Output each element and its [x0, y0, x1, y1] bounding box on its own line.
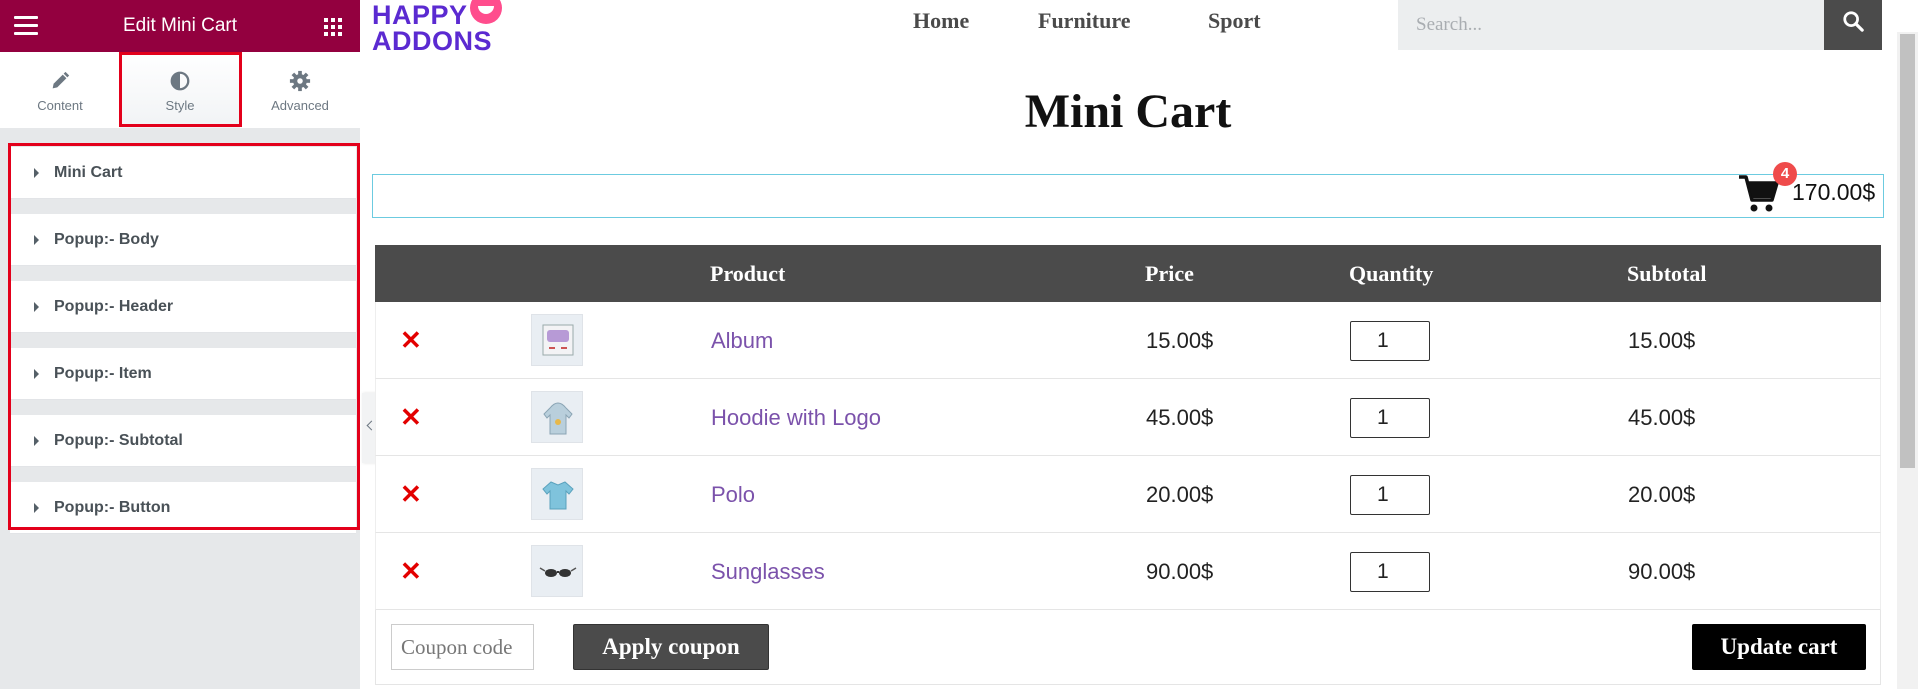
- section-label: Popup:- Button: [54, 499, 171, 516]
- cart-total: 170.00$: [1792, 179, 1876, 205]
- cart-actions: Apply coupon Update cart: [375, 610, 1881, 685]
- widgets-grid-icon[interactable]: [324, 18, 342, 36]
- half-circle-icon: [170, 71, 190, 91]
- editor-panel: Edit Mini Cart Content Style Advanced Mi…: [0, 0, 360, 689]
- caret-right-icon: [34, 369, 39, 379]
- tab-label: Advanced: [271, 98, 329, 113]
- section-label: Popup:- Header: [54, 298, 174, 315]
- tab-content[interactable]: Content: [0, 52, 120, 128]
- product-thumbnail[interactable]: [531, 314, 583, 366]
- nav-link-home[interactable]: Home: [913, 8, 969, 34]
- product-thumbnail[interactable]: [531, 468, 583, 520]
- remove-item-button[interactable]: ✕: [400, 481, 422, 507]
- table-row: ✕ Polo 20.00$ 20.00$: [375, 456, 1881, 533]
- section-popup-body[interactable]: Popup:- Body: [10, 214, 356, 266]
- header-price: Price: [1145, 261, 1194, 286]
- section-popup-item[interactable]: Popup:- Item: [10, 348, 356, 400]
- panel-tabs: Content Style Advanced: [0, 52, 360, 128]
- search-input[interactable]: [1398, 0, 1824, 50]
- product-subtotal: 90.00$: [1628, 559, 1696, 584]
- nav-link-furniture[interactable]: Furniture: [1038, 8, 1130, 34]
- caret-right-icon: [34, 503, 39, 513]
- product-subtotal: 45.00$: [1628, 405, 1696, 430]
- product-price: 90.00$: [1146, 559, 1214, 584]
- table-row: ✕ Album 15.00$ 15.00$: [375, 302, 1881, 379]
- header-quantity: Quantity: [1349, 261, 1434, 286]
- scrollbar-thumb[interactable]: [1900, 34, 1915, 468]
- caret-right-icon: [34, 302, 39, 312]
- page-title: Mini Cart: [1024, 85, 1232, 138]
- section-label: Popup:- Item: [54, 365, 152, 382]
- section-popup-header[interactable]: Popup:- Header: [10, 281, 356, 333]
- panel-title: Edit Mini Cart: [122, 15, 238, 36]
- gear-icon: [289, 70, 311, 92]
- product-price: 15.00$: [1146, 328, 1214, 353]
- remove-item-button[interactable]: ✕: [400, 327, 422, 353]
- table-row: ✕ Hoodie with Logo 45.00$ 45.00$: [375, 379, 1881, 456]
- section-label: Mini Cart: [54, 164, 123, 181]
- album-image: [542, 324, 574, 356]
- product-price: 20.00$: [1146, 482, 1214, 507]
- table-header: Product Price Quantity Subtotal: [375, 245, 1881, 302]
- coupon-code-input[interactable]: [391, 624, 534, 670]
- mini-cart-widget: [372, 174, 1884, 218]
- section-label: Popup:- Subtotal: [54, 432, 183, 449]
- product-link[interactable]: Album: [711, 328, 773, 354]
- remove-item-button[interactable]: ✕: [400, 404, 422, 430]
- logo-line2: ADDONS: [372, 26, 493, 56]
- table-row: ✕ Sunglasses 90.00$ 90.00$: [375, 533, 1881, 610]
- quantity-input[interactable]: [1350, 321, 1430, 361]
- product-thumbnail[interactable]: [531, 545, 583, 597]
- search-icon: [1843, 11, 1864, 32]
- section-mini-cart[interactable]: Mini Cart: [10, 147, 356, 199]
- quantity-input[interactable]: [1350, 552, 1430, 592]
- remove-item-button[interactable]: ✕: [400, 558, 422, 584]
- search-button[interactable]: [1824, 0, 1882, 50]
- quantity-input[interactable]: [1350, 475, 1430, 515]
- caret-right-icon: [34, 235, 39, 245]
- tab-style[interactable]: Style: [120, 52, 240, 128]
- quantity-input[interactable]: [1350, 398, 1430, 438]
- sunglasses-image: [539, 567, 577, 577]
- product-link[interactable]: Hoodie with Logo: [711, 405, 881, 431]
- product-thumbnail[interactable]: [531, 391, 583, 443]
- caret-right-icon: [34, 168, 39, 178]
- tab-label: Style: [165, 98, 195, 113]
- product-subtotal: 20.00$: [1628, 482, 1696, 507]
- nav-link-sport[interactable]: Sport: [1208, 8, 1261, 34]
- apply-coupon-button[interactable]: Apply coupon: [573, 624, 769, 670]
- section-popup-subtotal[interactable]: Popup:- Subtotal: [10, 415, 356, 467]
- caret-right-icon: [34, 436, 39, 446]
- tab-advanced[interactable]: Advanced: [240, 52, 360, 128]
- style-sections: Mini Cart Popup:- Body Popup:- Header Po…: [10, 147, 356, 549]
- product-link[interactable]: Polo: [711, 482, 755, 508]
- hoodie-image: [543, 402, 573, 435]
- pencil-icon: [52, 71, 70, 89]
- cart-table: Product Price Quantity Subtotal ✕ Album …: [375, 245, 1881, 685]
- section-label: Popup:- Body: [54, 231, 159, 248]
- search-box: [1398, 0, 1824, 50]
- tab-label: Content: [37, 98, 83, 113]
- product-price: 45.00$: [1146, 405, 1214, 430]
- section-popup-button[interactable]: Popup:- Button: [10, 482, 356, 534]
- panel-header: Edit Mini Cart: [0, 0, 360, 52]
- header-product: Product: [710, 261, 786, 286]
- smiley-face-icon: [470, 0, 502, 24]
- page-scrollbar[interactable]: [1897, 32, 1918, 689]
- header-subtotal: Subtotal: [1627, 261, 1707, 286]
- product-link[interactable]: Sunglasses: [711, 559, 825, 585]
- happy-addons-logo[interactable]: HAPPY ADDONS: [372, 0, 522, 56]
- polo-image: [542, 481, 574, 510]
- update-cart-button[interactable]: Update cart: [1692, 624, 1866, 670]
- product-subtotal: 15.00$: [1628, 328, 1696, 353]
